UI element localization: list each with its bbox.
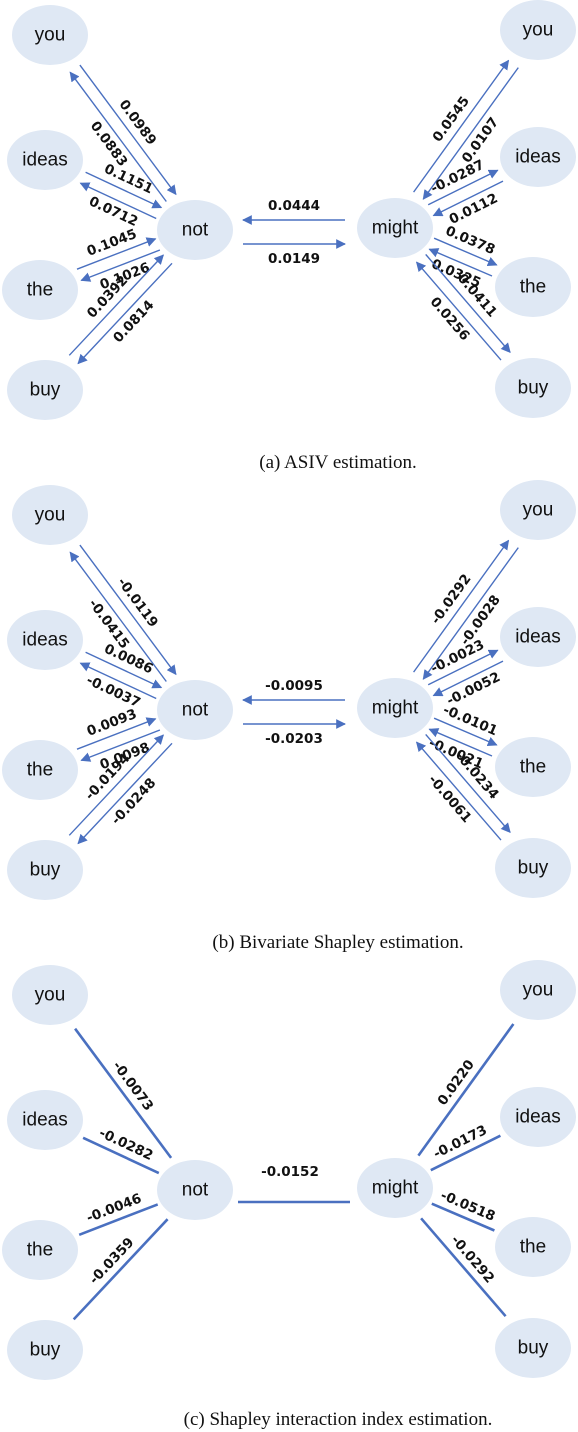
node-right-ideas: ideas bbox=[500, 1087, 576, 1147]
node-left-ideas-label: ideas bbox=[22, 1110, 67, 1131]
node-left-buy-label: buy bbox=[30, 1340, 61, 1361]
node-right-the-label: the bbox=[520, 757, 546, 778]
panels-layer: 0.08830.09890.07120.11510.10260.10450.08… bbox=[2, 0, 576, 1430]
label-the-to-not: 0.1045 bbox=[85, 226, 139, 260]
node-left-the: the bbox=[2, 740, 78, 800]
node-right-you-label: you bbox=[523, 20, 554, 41]
node-left-the: the bbox=[2, 260, 78, 320]
panel-b: -0.0415-0.0119-0.00370.00860.00980.0093-… bbox=[2, 480, 576, 953]
node-not: not bbox=[157, 1160, 233, 1220]
node-left-you-label: you bbox=[35, 985, 66, 1006]
label-not-to-might: -0.0203 bbox=[265, 731, 323, 747]
node-right-ideas-label: ideas bbox=[515, 627, 560, 648]
node-left-buy: buy bbox=[7, 360, 83, 420]
node-left-you: you bbox=[12, 965, 88, 1025]
node-left-you: you bbox=[12, 5, 88, 65]
node-might-label: might bbox=[372, 1178, 419, 1199]
node-right-you-label: you bbox=[523, 500, 554, 521]
node-left-ideas: ideas bbox=[7, 130, 83, 190]
node-right-ideas-label: ideas bbox=[515, 1107, 560, 1128]
node-left-ideas-label: ideas bbox=[22, 150, 67, 171]
node-might: might bbox=[357, 198, 433, 258]
node-left-buy-label: buy bbox=[30, 380, 61, 401]
node-right-you-label: you bbox=[523, 980, 554, 1001]
node-left-buy: buy bbox=[7, 1320, 83, 1380]
node-left-the-label: the bbox=[27, 1240, 53, 1261]
node-left-the: the bbox=[2, 1220, 78, 1280]
node-left-you: you bbox=[12, 485, 88, 545]
node-right-you: you bbox=[500, 960, 576, 1020]
node-right-buy: buy bbox=[495, 838, 571, 898]
label-the-to-not: 0.0093 bbox=[85, 706, 139, 740]
node-might: might bbox=[357, 1158, 433, 1218]
node-left-the-label: the bbox=[27, 760, 53, 781]
edge-might-buy bbox=[420, 1217, 507, 1318]
node-not: not bbox=[157, 200, 233, 260]
label-not-to-might: 0.0149 bbox=[268, 251, 320, 267]
label-might-to-not: 0.0444 bbox=[268, 198, 320, 214]
node-might-label: might bbox=[372, 698, 419, 719]
node-not-label: not bbox=[182, 220, 209, 241]
interaction-figure: 0.08830.09890.07120.11510.10260.10450.08… bbox=[2, 0, 576, 1430]
node-might: might bbox=[357, 678, 433, 738]
node-right-the-label: the bbox=[520, 1237, 546, 1258]
node-not: not bbox=[157, 680, 233, 740]
node-not-label: not bbox=[182, 1180, 209, 1201]
panel-c: -0.0073-0.0282-0.0046-0.03590.0220-0.017… bbox=[2, 960, 576, 1430]
node-right-buy-label: buy bbox=[518, 858, 549, 879]
node-left-you-label: you bbox=[35, 25, 66, 46]
node-right-buy: buy bbox=[495, 1318, 571, 1378]
node-right-the-label: the bbox=[520, 277, 546, 298]
node-right-ideas-label: ideas bbox=[515, 147, 560, 168]
node-right-ideas: ideas bbox=[500, 607, 576, 667]
label-might-to-not: -0.0095 bbox=[265, 678, 323, 694]
node-left-ideas: ideas bbox=[7, 610, 83, 670]
edge-not-buy bbox=[72, 1218, 169, 1321]
panel-caption: (c) Shapley interaction index estimation… bbox=[184, 1409, 493, 1430]
node-left-buy: buy bbox=[7, 840, 83, 900]
node-not-label: not bbox=[182, 700, 209, 721]
node-left-ideas: ideas bbox=[7, 1090, 83, 1150]
node-left-you-label: you bbox=[35, 505, 66, 526]
label-not-might: -0.0152 bbox=[261, 1164, 319, 1180]
node-right-the: the bbox=[495, 257, 571, 317]
node-right-you: you bbox=[500, 480, 576, 540]
node-left-the-label: the bbox=[27, 280, 53, 301]
node-right-buy: buy bbox=[495, 358, 571, 418]
node-right-you: you bbox=[500, 0, 576, 60]
node-might-label: might bbox=[372, 218, 419, 239]
node-left-ideas-label: ideas bbox=[22, 630, 67, 651]
panel-a: 0.08830.09890.07120.11510.10260.10450.08… bbox=[2, 0, 576, 473]
node-left-buy-label: buy bbox=[30, 860, 61, 881]
node-right-buy-label: buy bbox=[518, 378, 549, 399]
node-right-the: the bbox=[495, 737, 571, 797]
node-right-the: the bbox=[495, 1217, 571, 1277]
panel-caption: (b) Bivariate Shapley estimation. bbox=[212, 932, 463, 953]
panel-caption: (a) ASIV estimation. bbox=[259, 452, 416, 473]
node-right-buy-label: buy bbox=[518, 1338, 549, 1359]
node-right-ideas: ideas bbox=[500, 127, 576, 187]
